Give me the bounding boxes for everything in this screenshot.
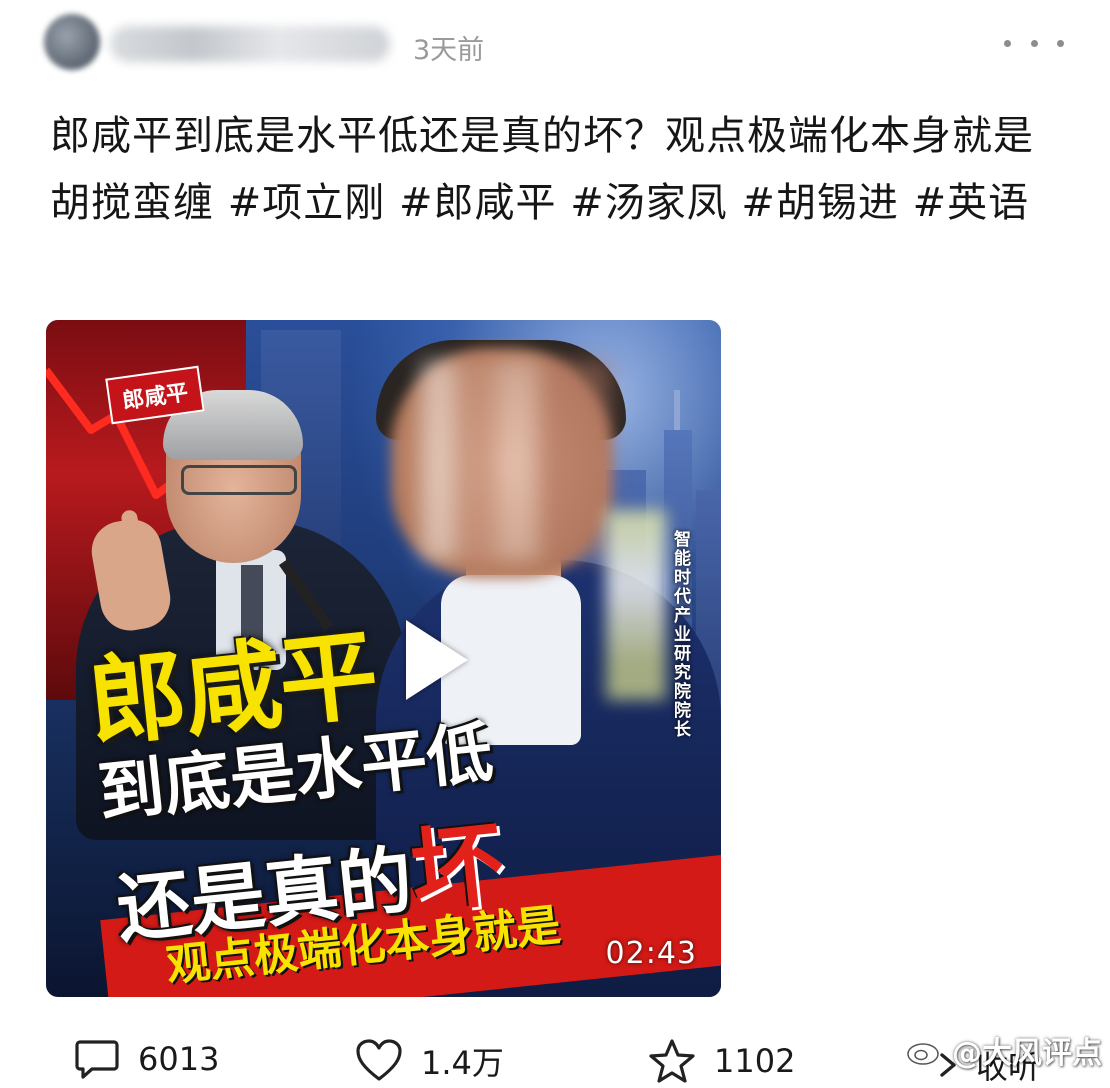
hashtag-link[interactable]: #胡锡进: [741, 180, 899, 226]
more-dots-icon: [1057, 39, 1064, 47]
star-icon: [649, 1039, 695, 1083]
comment-icon: [75, 1040, 119, 1079]
face-mosaic: [421, 360, 611, 560]
like-button[interactable]: 1.4万: [355, 1038, 504, 1084]
vertical-title-caption: 智能时代产业研究院院长: [670, 530, 690, 739]
watermark-text: @大风评点: [952, 1036, 1102, 1071]
hashtag-link[interactable]: #项立刚: [228, 180, 386, 226]
more-dots-icon: [1004, 39, 1011, 47]
heart-icon: [356, 1039, 402, 1081]
favorite-count: 1102: [714, 1042, 796, 1080]
weibo-logo-icon: [907, 1036, 945, 1065]
hashtag-link[interactable]: #郎咸平: [399, 180, 557, 226]
video-duration: 02:43: [605, 936, 697, 971]
blurred-text-strip: [606, 510, 666, 700]
tower-needle: [674, 390, 680, 435]
avatar[interactable]: [44, 14, 100, 70]
comment-button[interactable]: 6013: [74, 1038, 219, 1080]
post-header: 3天前: [0, 0, 1110, 90]
post-text: 郎咸平到底是水平低还是真的坏？观点极端化本身就是胡搅蛮缠 #项立刚 #郎咸平 #…: [50, 103, 1060, 237]
hashtag-link[interactable]: #英语: [913, 180, 1030, 226]
comment-count: 6013: [138, 1040, 220, 1078]
like-count: 1.4万: [421, 1044, 504, 1082]
post-time: 3天前: [413, 35, 485, 66]
watermark: @大风评点: [906, 1028, 1102, 1072]
glasses: [181, 465, 297, 495]
favorite-button[interactable]: 1102: [648, 1038, 795, 1084]
play-icon[interactable]: [406, 620, 468, 700]
more-dots-icon: [1030, 39, 1038, 47]
video-thumbnail[interactable]: 郎咸平 智能时代产业研究院院长 郎咸平 到底是水平低 还是真的坏 观点极端化本身…: [46, 320, 721, 997]
author-name-blurred[interactable]: [110, 26, 390, 62]
hashtag-link[interactable]: #汤家凤: [570, 180, 728, 226]
more-options-button[interactable]: [1004, 26, 1064, 60]
